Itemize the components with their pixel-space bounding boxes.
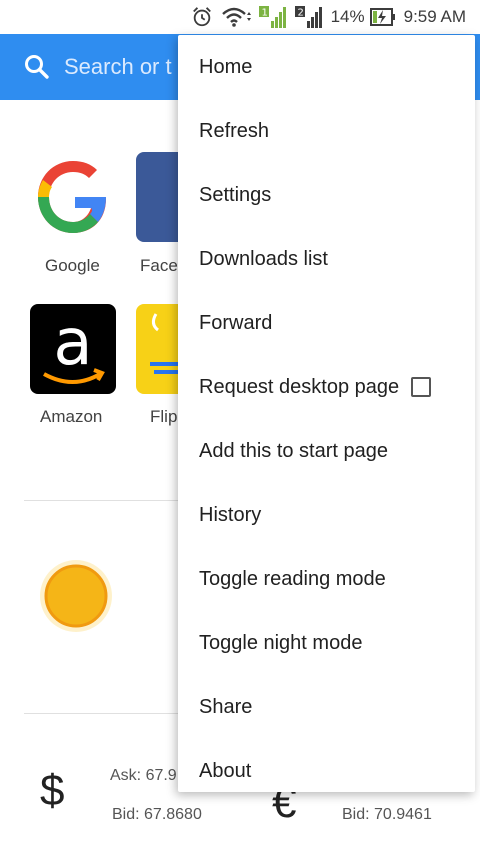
- svg-text:a: a: [53, 306, 92, 380]
- menu-item-toggle-night-mode[interactable]: Toggle night mode: [178, 611, 475, 675]
- divider: [24, 500, 184, 501]
- menu-item-settings[interactable]: Settings: [178, 163, 475, 227]
- speed-dial-label-amazon: Amazon: [40, 407, 103, 426]
- menu-item-label: Refresh: [199, 119, 270, 142]
- menu-item-label: Toggle reading mode: [199, 567, 386, 590]
- amazon-logo-icon: a: [43, 306, 105, 384]
- sun-icon: [40, 560, 112, 632]
- wifi-icon: [221, 7, 251, 27]
- status-bar: 1 2 14% 9:59 AM: [0, 0, 480, 34]
- battery-percent: 14%: [330, 7, 365, 26]
- svg-text:2: 2: [297, 8, 303, 19]
- alarm-icon: [192, 7, 211, 27]
- menu-item-label: Request desktop page: [199, 375, 400, 398]
- menu-item-history[interactable]: History: [178, 483, 475, 547]
- menu-item-toggle-reading-mode[interactable]: Toggle reading mode: [178, 547, 475, 611]
- menu-item-label: About: [199, 759, 252, 782]
- usd-bid: Bid: 67.8680: [112, 806, 202, 823]
- menu-item-downloads-list[interactable]: Downloads list: [178, 227, 475, 291]
- desktop-page-checkbox[interactable]: [411, 377, 432, 397]
- speed-dial-google[interactable]: [30, 152, 116, 242]
- speed-dial-label-facebook: Face: [140, 256, 178, 275]
- menu-item-label: Downloads list: [199, 247, 328, 270]
- menu-item-refresh[interactable]: Refresh: [178, 99, 475, 163]
- overflow-menu: Home Refresh Settings Downloads list For…: [178, 35, 475, 792]
- menu-item-label: Home: [199, 55, 253, 78]
- clock: 9:59 AM: [403, 7, 466, 26]
- divider: [24, 713, 184, 714]
- battery-status: 14%: [331, 7, 396, 27]
- menu-item-about[interactable]: About: [178, 739, 475, 792]
- menu-item-label: History: [199, 503, 262, 526]
- svg-text:1: 1: [261, 8, 267, 19]
- speed-dial-amazon[interactable]: a: [30, 304, 116, 394]
- google-logo-icon: [38, 161, 106, 233]
- menu-item-label: Share: [199, 695, 253, 718]
- menu-item-label: Add this to start page: [199, 439, 389, 462]
- menu-item-add-to-start-page[interactable]: Add this to start page: [178, 419, 475, 483]
- menu-item-forward[interactable]: Forward: [178, 291, 475, 355]
- menu-item-label: Toggle night mode: [199, 631, 363, 654]
- menu-item-label: Forward: [199, 311, 273, 334]
- usd-ask: Ask: 67.9: [110, 767, 177, 784]
- signal-sim1-icon: 1: [258, 6, 286, 28]
- menu-item-request-desktop-page[interactable]: Request desktop page: [178, 355, 475, 419]
- search-input[interactable]: Search or t: [64, 54, 172, 80]
- menu-item-home[interactable]: Home: [178, 35, 475, 99]
- usd-symbol: $: [40, 766, 65, 815]
- signal-sim2-icon: 2: [294, 6, 322, 28]
- menu-item-label: Settings: [199, 183, 272, 206]
- eur-bid: Bid: 70.9461: [342, 806, 432, 823]
- speed-dial-label-flipkart: Flip: [150, 407, 178, 426]
- speed-dial-label-google: Google: [45, 256, 100, 275]
- battery-charging-icon: [369, 8, 395, 26]
- menu-item-share[interactable]: Share: [178, 675, 475, 739]
- search-icon[interactable]: [24, 54, 50, 80]
